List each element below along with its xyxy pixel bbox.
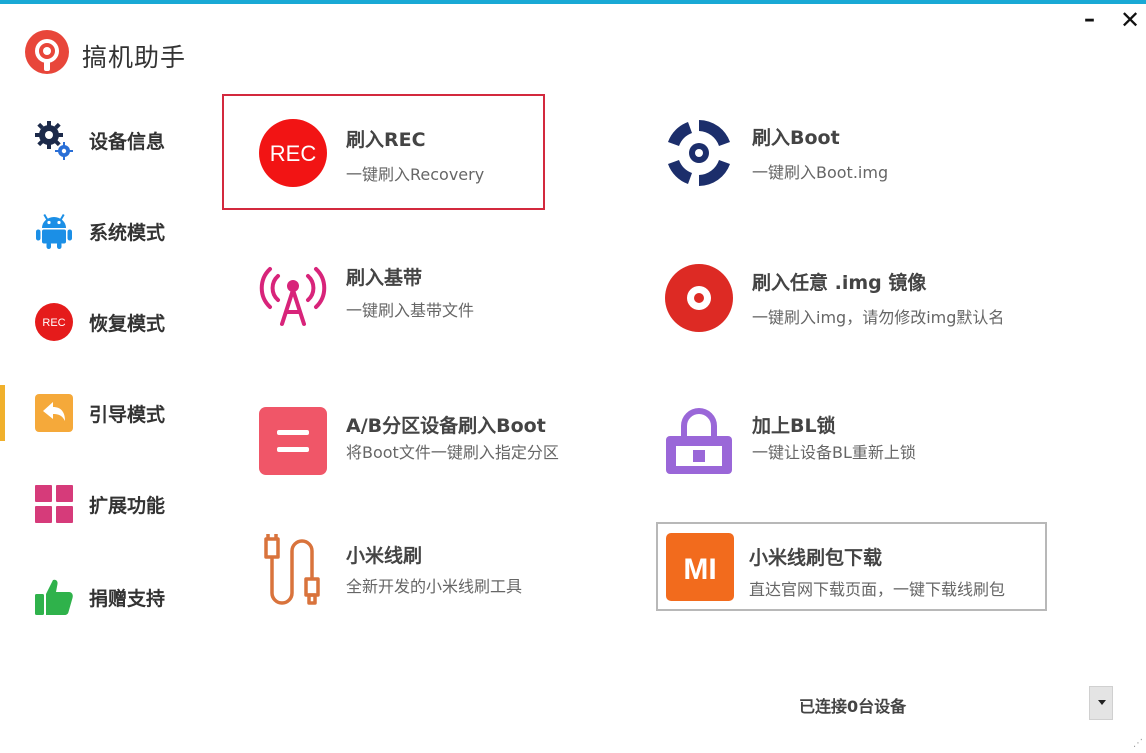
rec-icon: REC: [259, 119, 327, 187]
sidebar-item-device-info[interactable]: 设备信息: [0, 110, 205, 170]
device-status: 已连接0台设备: [799, 697, 907, 716]
usb-cable-icon: [264, 534, 320, 605]
sidebar-item-extensions[interactable]: 扩展功能: [0, 474, 205, 534]
card-title: A/B分区设备刷入Boot: [346, 415, 546, 437]
card-title: 刷入Boot: [752, 127, 840, 149]
device-dropdown-button[interactable]: [1089, 686, 1113, 720]
chevron-down-icon: [1098, 700, 1106, 705]
card-desc: 一键刷入Recovery: [346, 165, 485, 184]
card-desc: 一键刷入img，请勿修改img默认名: [752, 308, 1005, 327]
card-title: 加上BL锁: [752, 415, 836, 437]
card-desc: 直达官网下载页面，一键下载线刷包: [749, 580, 1006, 599]
record-logo-icon: [25, 30, 69, 74]
card-bl-lock[interactable]: 加上BL锁 一键让设备BL重新上锁: [628, 384, 948, 496]
mi-logo-icon: MI: [666, 533, 734, 601]
partition-icon: [259, 407, 327, 475]
card-title: 刷入任意 .img 镜像: [752, 272, 927, 294]
card-title: 刷入REC: [346, 129, 426, 151]
sidebar-item-label: 扩展功能: [89, 495, 166, 517]
rec-icon-text: REC: [270, 141, 317, 166]
android-icon: [36, 213, 72, 249]
mi-logo-text: MI: [683, 553, 716, 586]
sidebar-item-label: 设备信息: [89, 131, 166, 153]
card-title: 小米线刷: [346, 545, 423, 567]
sidebar-item-system-mode[interactable]: 系统模式: [0, 201, 205, 261]
close-button[interactable]: ✕: [1120, 8, 1140, 32]
card-desc: 一键让设备BL重新上锁: [752, 443, 916, 462]
grid-icon: [35, 485, 73, 523]
card-flash-baseband[interactable]: 刷入基带 一键刷入基带文件: [222, 236, 542, 348]
sidebar-item-boot-mode[interactable]: 引导模式: [0, 383, 205, 443]
card-desc: 将Boot文件一键刷入指定分区: [346, 443, 559, 462]
card-title: 小米线刷包下载: [749, 547, 883, 569]
card-desc: 全新开发的小米线刷工具: [346, 577, 523, 596]
card-ab-partition-boot[interactable]: A/B分区设备刷入Boot 将Boot文件一键刷入指定分区: [222, 384, 612, 496]
rec-icon-text: REC: [42, 317, 65, 329]
sidebar-item-label: 引导模式: [89, 404, 166, 426]
sidebar-item-label: 系统模式: [89, 222, 166, 244]
card-mi-flash[interactable]: 小米线刷 全新开发的小米线刷工具: [222, 515, 612, 627]
resize-grip[interactable]: ⋰: [1133, 738, 1143, 749]
app-title: 搞机助手: [82, 43, 187, 72]
card-desc: 一键刷入Boot.img: [752, 163, 889, 182]
card-desc: 一键刷入基带文件: [346, 301, 475, 320]
back-arrow-icon: [35, 394, 73, 432]
disc-icon: [665, 264, 733, 332]
sidebar-item-donate[interactable]: 捐赠支持: [0, 567, 205, 627]
gears-icon: [35, 121, 73, 160]
window-accent-bar: [0, 0, 1146, 4]
boot-disc-icon: [668, 120, 730, 186]
sidebar-item-label: 捐赠支持: [89, 588, 166, 610]
sidebar-item-label: 恢复模式: [89, 313, 166, 335]
card-mi-rom-download[interactable]: MI 小米线刷包下载 直达官网下载页面，一键下载线刷包: [656, 522, 1047, 611]
card-title: 刷入基带: [346, 267, 423, 289]
card-flash-boot[interactable]: 刷入Boot 一键刷入Boot.img: [628, 96, 1008, 208]
antenna-icon: [259, 267, 327, 326]
card-flash-any-img[interactable]: 刷入任意 .img 镜像 一键刷入img，请勿修改img默认名: [628, 241, 1048, 353]
thumbs-up-icon: [35, 579, 73, 615]
card-flash-rec[interactable]: REC 刷入REC 一键刷入Recovery: [222, 94, 545, 210]
minimize-button[interactable]: –: [1084, 8, 1095, 32]
lock-icon: [666, 408, 732, 474]
sidebar-item-recovery-mode[interactable]: REC 恢复模式: [0, 292, 205, 352]
rec-icon: REC: [35, 303, 73, 341]
